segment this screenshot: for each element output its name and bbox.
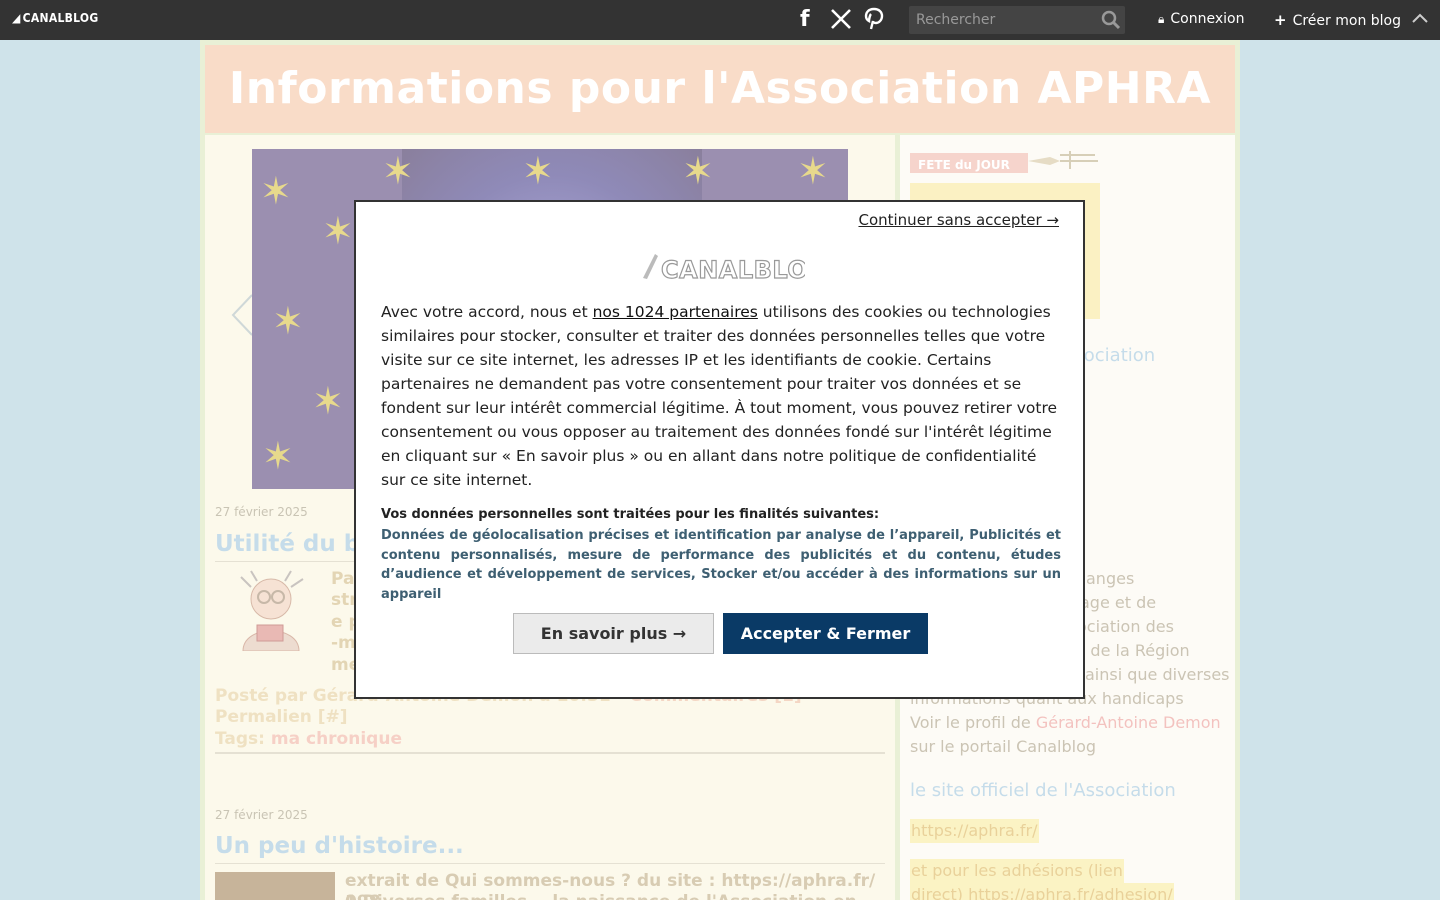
cookie-consent-dialog: Continuer sans accepter → CANALBLOG Avec… [354, 200, 1085, 699]
x-logo-svg [831, 9, 851, 29]
search-box [909, 6, 1125, 34]
post-tags: Tags: ma chronique [215, 729, 402, 749]
post-date: 27 février 2025 [215, 505, 308, 519]
lock-icon: 🔒︎ [1158, 12, 1165, 26]
star-decoration: ✶ [262, 434, 294, 478]
purposes-heading: Vos données personnelles sont traitées p… [381, 507, 880, 522]
blog-title[interactable]: Informations pour l'Association APHRA [205, 45, 1235, 133]
x-icon[interactable] [829, 7, 853, 37]
purposes-list: Données de géolocalisation précises et i… [381, 528, 1061, 602]
canalblog-logo[interactable]: ◢ CANALBLOG [12, 11, 99, 25]
pinterest-icon[interactable] [864, 7, 884, 38]
post-excerpt-line: -m [331, 633, 356, 653]
profile-prefix: Voir le profil de [910, 713, 1036, 732]
about-text-line: anges [1086, 569, 1135, 588]
about-text-line: ociation des [1077, 617, 1174, 636]
post-date: 27 février 2025 [215, 808, 308, 822]
adhesion-text: et pour les adhésions (lien [910, 859, 1124, 883]
slider-prev-arrow-icon[interactable] [230, 293, 254, 337]
login-link[interactable]: 🔒︎ Connexion [1158, 11, 1244, 27]
tag-link[interactable]: ma chronique [271, 729, 402, 749]
star-decoration: ✶ [272, 299, 304, 343]
continue-without-accepting-link[interactable]: Continuer sans accepter → [858, 211, 1059, 229]
pen-icon: ◢ [12, 11, 21, 25]
top-navigation-bar: ◢CANALBLOG f 🔒︎Connexion +Créer mon blog [0, 0, 1440, 40]
post-title[interactable]: Utilité du bl [215, 531, 368, 557]
star-decoration: ✶ [797, 149, 829, 193]
profile-link[interactable]: Gérard-Antoine Demon [1036, 713, 1221, 732]
star-decoration: ✶ [682, 149, 714, 193]
chevron-up-icon[interactable] [1411, 10, 1429, 28]
canalblog-modal-logo: CANALBLOG [643, 254, 805, 285]
profile-suffix: sur le portail Canalblog [910, 737, 1097, 756]
adhesion-link[interactable]: direct) https://aphra.fr/adhesion/ [910, 883, 1174, 900]
learn-more-button[interactable]: En savoir plus → [513, 613, 714, 654]
post-separator [215, 752, 885, 754]
post-title[interactable]: Un peu d'histoire... [215, 833, 464, 859]
star-decoration: ✶ [260, 169, 292, 213]
post-excerpt-line: 0 Diverses familles... la naissance de l… [345, 892, 895, 900]
about-text-line: age et de [1080, 593, 1157, 612]
blog-header: Informations pour l'Association APHRA [205, 45, 1235, 133]
accept-and-close-button[interactable]: Accepter & Fermer [723, 613, 928, 654]
about-text-line: s de la Région [1077, 641, 1190, 660]
search-input[interactable] [909, 6, 1095, 34]
post-divider [215, 863, 885, 864]
about-text-line: ainsi que diverses [1085, 665, 1230, 684]
post-thumbnail-professor[interactable] [221, 569, 321, 651]
svg-text:CANALBLOG: CANALBLOG [661, 256, 805, 284]
svg-text:FETE du JOUR: FETE du JOUR [918, 158, 1010, 172]
official-site-link[interactable]: https://aphra.fr/ [910, 819, 1039, 843]
plus-icon: + [1274, 11, 1287, 29]
fete-du-jour-banner: FETE du JOUR [910, 151, 1098, 173]
star-decoration: ✶ [312, 379, 344, 423]
search-icon[interactable] [1101, 10, 1121, 30]
tags-label: Tags: [215, 729, 271, 749]
post-thumbnail-landscape[interactable] [215, 872, 335, 900]
star-decoration: ✶ [382, 149, 414, 193]
partners-link[interactable]: nos 1024 partenaires [593, 303, 758, 321]
star-decoration: ✶ [322, 209, 354, 253]
official-site-title[interactable]: le site officiel de l'Association [910, 780, 1176, 801]
post-excerpt-line: Pa [331, 569, 355, 589]
consent-description: Avec votre accord, nous et nos 1024 part… [381, 303, 1058, 489]
star-decoration: ✶ [522, 149, 554, 193]
profile-line: Voir le profil de Gérard-Antoine Demon [910, 711, 1221, 735]
pinterest-logo-svg [864, 7, 884, 30]
facebook-icon[interactable]: f [800, 7, 810, 33]
create-blog-link[interactable]: + Créer mon blog [1274, 11, 1401, 29]
